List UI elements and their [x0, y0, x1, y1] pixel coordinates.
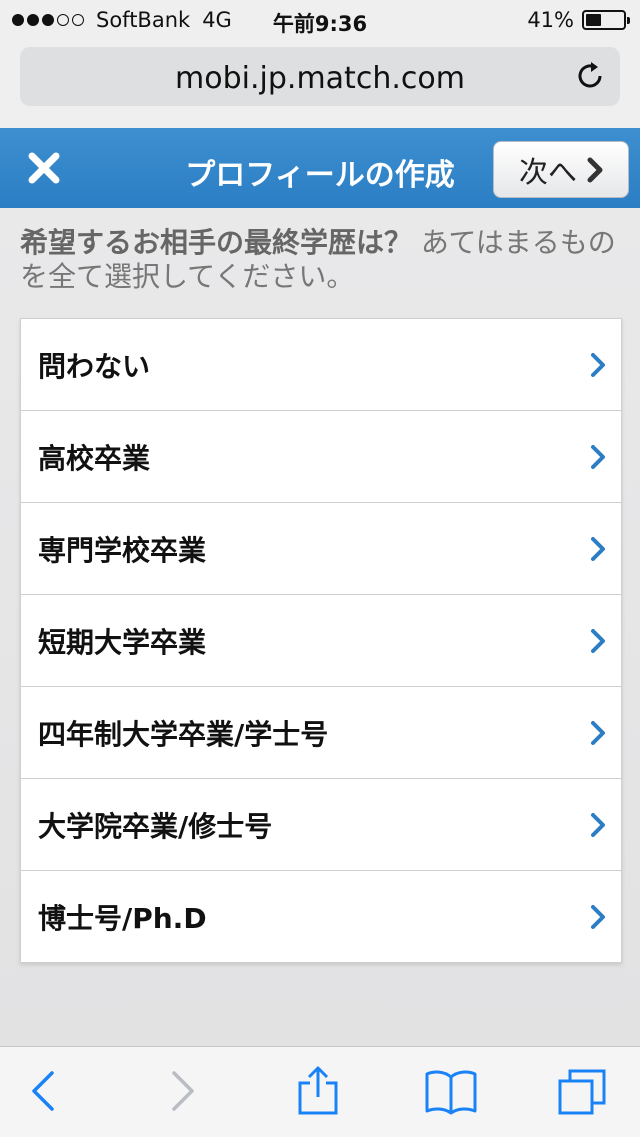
address-bar[interactable]: mobi.jp.match.com [20, 47, 620, 106]
battery-icon [582, 10, 630, 30]
chevron-right-icon [591, 537, 605, 561]
option-label: 専門学校卒業 [38, 534, 207, 567]
page-header: プロフィールの作成 次へ [0, 128, 640, 208]
option-no-preference[interactable]: 問わない [21, 319, 621, 411]
education-options-list: 問わない 高校卒業 専門学校卒業 短期大学卒業 四年制大学卒業/学士号 大学院卒… [20, 318, 622, 963]
option-junior-college[interactable]: 短期大学卒業 [21, 595, 621, 687]
chevron-right-icon [591, 813, 605, 837]
status-right: 41% [527, 8, 630, 32]
option-label: 短期大学卒業 [38, 626, 207, 659]
next-button-label: 次へ [518, 154, 577, 189]
battery-percent: 41% [527, 8, 574, 32]
option-label: 大学院卒業/修士号 [38, 810, 273, 843]
option-label: 四年制大学卒業/学士号 [38, 718, 329, 751]
option-high-school[interactable]: 高校卒業 [21, 411, 621, 503]
option-master[interactable]: 大学院卒業/修士号 [21, 779, 621, 871]
option-bachelor[interactable]: 四年制大学卒業/学士号 [21, 687, 621, 779]
question-text: 希望するお相手の最終学歴は？ あてはまるものを全て選択してください。 [20, 226, 624, 294]
browser-toolbar [0, 1046, 640, 1137]
option-label: 高校卒業 [38, 442, 151, 475]
chevron-right-icon [591, 905, 605, 929]
chevron-right-icon [591, 445, 605, 469]
option-label: 問わない [38, 350, 151, 383]
tabs-icon[interactable] [556, 1067, 608, 1117]
back-icon[interactable] [28, 1069, 58, 1113]
option-vocational-school[interactable]: 専門学校卒業 [21, 503, 621, 595]
share-icon[interactable] [296, 1065, 340, 1117]
chevron-right-icon [591, 721, 605, 745]
url-text: mobi.jp.match.com [175, 61, 465, 96]
chevron-right-icon [591, 629, 605, 653]
chevron-right-icon [591, 353, 605, 377]
forward-icon [172, 1071, 194, 1111]
chevron-right-icon [587, 157, 603, 182]
next-button[interactable]: 次へ [493, 141, 629, 198]
status-bar: SoftBank 4G 午前9:36 41% [0, 0, 640, 40]
option-label: 博士号/Ph.D [38, 902, 207, 935]
reload-icon[interactable] [574, 60, 606, 92]
option-doctorate[interactable]: 博士号/Ph.D [21, 871, 621, 962]
bookmarks-icon[interactable] [424, 1069, 478, 1115]
question-main: 希望するお相手の最終学歴は？ [20, 226, 413, 259]
browser-address-area: mobi.jp.match.com [0, 40, 640, 128]
content-area: 希望するお相手の最終学歴は？ あてはまるものを全て選択してください。 問わない … [0, 208, 640, 1046]
